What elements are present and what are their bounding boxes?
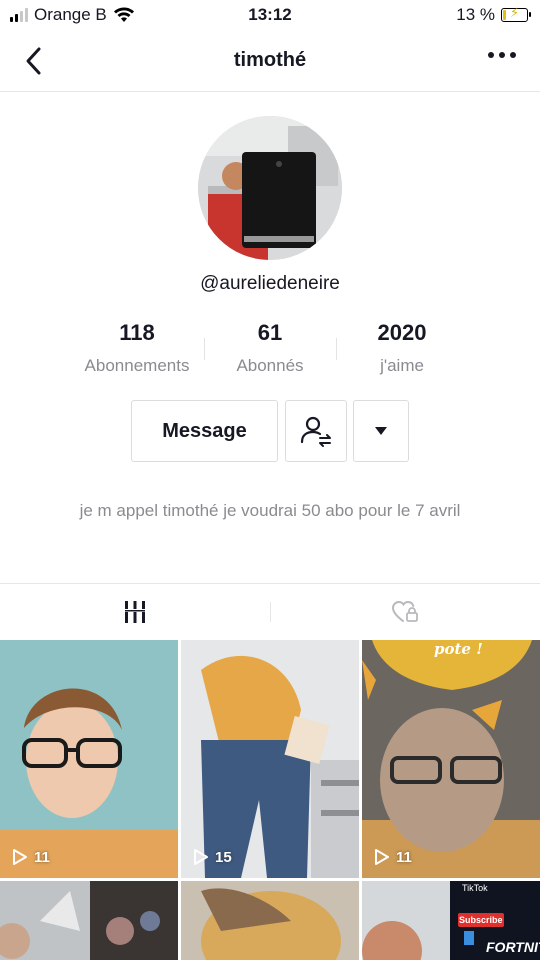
battery-percent: 13 % bbox=[456, 5, 495, 24]
followers-count: 61 bbox=[257, 320, 283, 345]
status-right: 13 % ⚡ bbox=[456, 5, 531, 25]
stat-followers[interactable]: 61 Abonnés bbox=[215, 320, 325, 376]
overlay-text: TikTok bbox=[462, 883, 488, 893]
follow-toggle-button[interactable] bbox=[285, 400, 347, 462]
video-thumbnail[interactable] bbox=[181, 881, 359, 960]
view-count: 15 bbox=[193, 848, 232, 866]
overlay-text: Subscribe bbox=[459, 915, 503, 925]
play-icon bbox=[13, 849, 27, 865]
tab-liked[interactable] bbox=[270, 584, 540, 640]
following-label: Abonnements bbox=[84, 356, 190, 375]
view-count: 11 bbox=[374, 848, 412, 866]
view-count-value: 11 bbox=[396, 848, 412, 866]
following-count: 118 bbox=[119, 320, 155, 345]
profile-handle: @aureliedeneire bbox=[200, 273, 340, 294]
profile-bio: je m appel timothé je voudrai 50 abo pou… bbox=[79, 501, 461, 520]
message-button[interactable]: Message bbox=[131, 400, 278, 462]
tab-videos[interactable] bbox=[0, 584, 270, 640]
likes-label: j'aime bbox=[380, 356, 424, 375]
video-thumbnail-image bbox=[181, 640, 359, 878]
stat-likes[interactable]: 2020 j'aime bbox=[352, 320, 452, 376]
status-bar: Orange B 13:12 13 % ⚡ bbox=[0, 0, 540, 30]
avatar[interactable] bbox=[198, 116, 342, 260]
video-thumbnail[interactable]: TikTok Subscribe FORTNITE bbox=[362, 881, 540, 960]
video-thumbnail[interactable]: pote ! 11 bbox=[362, 640, 540, 878]
caret-down-icon bbox=[375, 427, 387, 435]
user-switch-icon bbox=[300, 416, 331, 447]
page-title: timothé bbox=[233, 49, 307, 71]
view-count-value: 11 bbox=[34, 848, 50, 866]
video-thumbnail-image bbox=[181, 881, 359, 960]
more-options-icon[interactable] bbox=[488, 52, 516, 58]
video-thumbnail[interactable]: 11 bbox=[0, 640, 178, 878]
overlay-text: FORTNITE bbox=[486, 939, 540, 955]
overlay-text: pote ! bbox=[434, 640, 483, 658]
view-count-value: 15 bbox=[215, 848, 232, 866]
top-nav: timothé bbox=[0, 30, 540, 92]
view-count: 11 bbox=[12, 848, 50, 866]
video-thumbnail-image bbox=[362, 640, 540, 878]
profile-tabs bbox=[0, 583, 540, 640]
grid-icon bbox=[125, 601, 145, 623]
play-icon bbox=[194, 849, 208, 865]
video-thumbnail[interactable]: 15 bbox=[181, 640, 359, 878]
video-thumbnail[interactable] bbox=[0, 881, 178, 960]
followers-label: Abonnés bbox=[236, 356, 304, 375]
likes-count: 2020 bbox=[377, 320, 427, 345]
heart-lock-icon bbox=[391, 600, 418, 622]
video-thumbnail-image bbox=[0, 881, 178, 960]
battery-icon: ⚡ bbox=[501, 6, 531, 22]
stat-following[interactable]: 118 Abonnements bbox=[72, 320, 202, 376]
stat-divider bbox=[336, 338, 337, 360]
stat-divider bbox=[204, 338, 205, 360]
video-thumbnail-image bbox=[0, 640, 178, 878]
play-icon bbox=[375, 849, 389, 865]
suggestions-dropdown-button[interactable] bbox=[353, 400, 409, 462]
